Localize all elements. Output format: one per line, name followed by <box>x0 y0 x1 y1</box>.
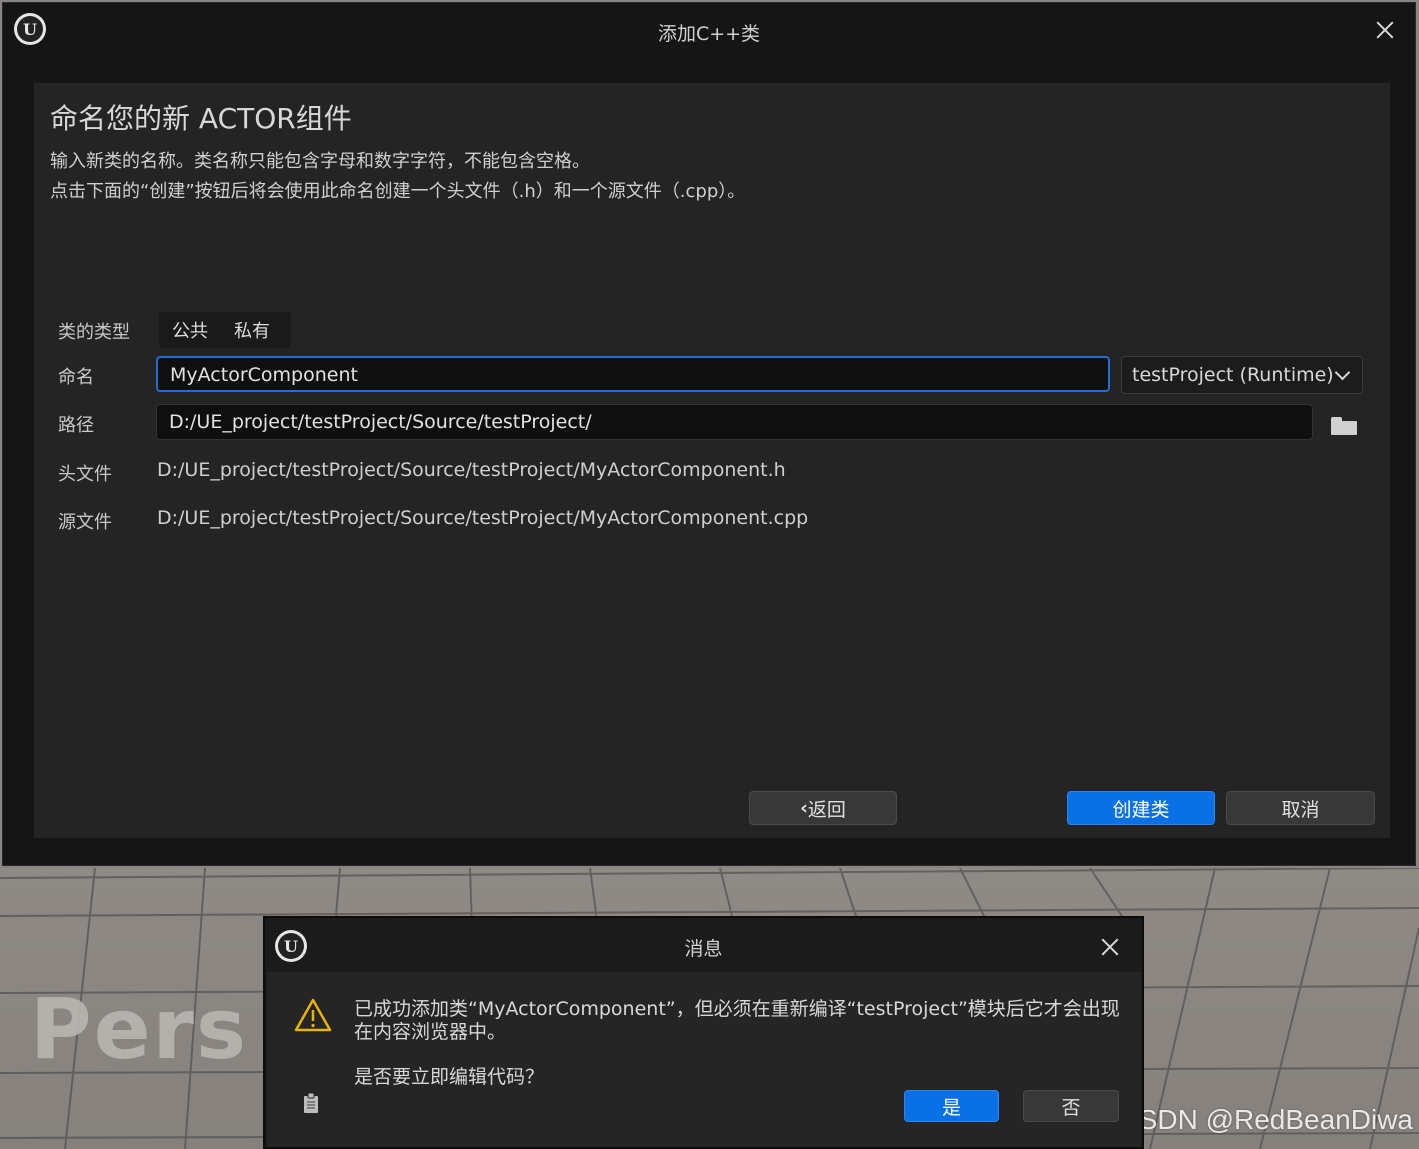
header-file-label: 头文件 <box>58 464 112 485</box>
chevron-down-icon <box>1334 364 1351 381</box>
viewport-perspective-label: Pers <box>30 980 248 1078</box>
chevron-left-icon: ‹ <box>800 797 808 819</box>
dialog-question: 是否要立即编辑代码？ <box>354 1066 545 1088</box>
description-line-1: 输入新类的名称。类名称只能包含字母和数字字符，不能包含空格。 <box>50 151 590 172</box>
source-file-label: 源文件 <box>58 512 112 533</box>
class-type-public[interactable]: 公共 <box>159 317 221 343</box>
source-file-path: D:/UE_project/testProject/Source/testPro… <box>157 507 809 529</box>
close-icon[interactable] <box>1373 18 1397 42</box>
path-input[interactable]: D:/UE_project/testProject/Source/testPro… <box>156 404 1313 440</box>
name-class-panel: 命名您的新 ACTOR组件 输入新类的名称。类名称只能包含字母和数字字符，不能包… <box>34 83 1390 838</box>
module-dropdown[interactable]: testProject (Runtime) <box>1121 356 1363 394</box>
class-name-input[interactable]: MyActorComponent <box>156 356 1110 392</box>
add-cpp-class-window: U 添加C++类 命名您的新 ACTOR组件 输入新类的名称。类名称只能包含字母… <box>2 2 1416 866</box>
name-label: 命名 <box>58 367 94 388</box>
cancel-button[interactable]: 取消 <box>1226 791 1375 825</box>
page-title: 命名您的新 ACTOR组件 <box>50 102 352 135</box>
description-line-2: 点击下面的“创建”按钮后将会使用此命名创建一个头文件（.h）和一个源文件（.cp… <box>50 181 746 202</box>
yes-button[interactable]: 是 <box>904 1090 999 1122</box>
dialog-message-line-2: 在内容浏览器中。 <box>354 1021 507 1043</box>
dialog-message-line-1: 已成功添加类“MyActorComponent”，但必须在重新编译“testPr… <box>354 998 1120 1020</box>
header-file-path: D:/UE_project/testProject/Source/testPro… <box>157 459 786 481</box>
warning-icon <box>294 998 332 1032</box>
back-button[interactable]: ‹ 返回 <box>749 791 897 825</box>
module-dropdown-value: testProject (Runtime) <box>1132 364 1334 386</box>
path-label: 路径 <box>58 415 94 436</box>
watermark: CSDN @RedBeanDiwa <box>1118 1104 1413 1135</box>
class-type-label: 类的类型 <box>58 322 130 343</box>
folder-icon[interactable] <box>1331 417 1357 435</box>
close-icon[interactable] <box>1098 935 1122 959</box>
message-dialog: U 消息 已成功添加类“MyActorComponent”，但必须在重新编译“t… <box>263 916 1144 1149</box>
dialog-body: 已成功添加类“MyActorComponent”，但必须在重新编译“testPr… <box>267 972 1141 1147</box>
window-titlebar: U 添加C++类 <box>3 3 1415 59</box>
class-type-toggle: 公共 私有 <box>159 312 291 348</box>
window-title: 添加C++类 <box>657 23 761 45</box>
class-type-private[interactable]: 私有 <box>221 317 283 343</box>
no-button[interactable]: 否 <box>1023 1090 1119 1122</box>
create-class-button[interactable]: 创建类 <box>1067 791 1215 825</box>
clipboard-icon[interactable] <box>303 1092 319 1114</box>
dialog-title: 消息 <box>684 938 723 960</box>
